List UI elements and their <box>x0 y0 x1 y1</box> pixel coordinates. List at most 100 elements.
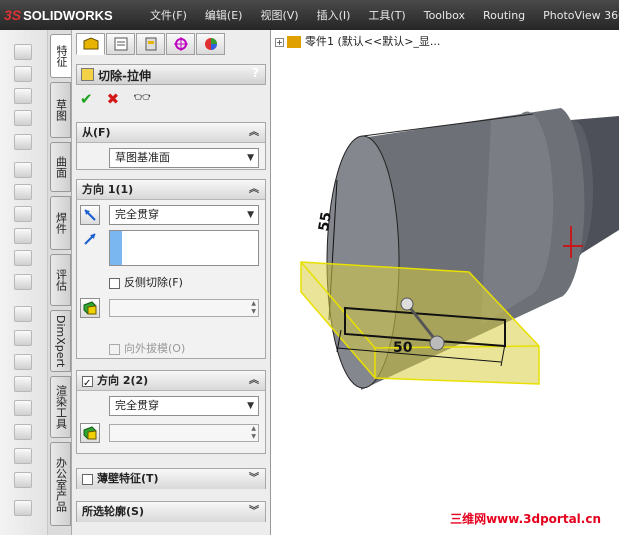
draft-outward-checkbox: 向外拔模(O) <box>109 340 185 356</box>
cancel-button[interactable]: ✖ <box>107 90 120 110</box>
pm-tab-displaymanager[interactable] <box>196 33 225 55</box>
revolved-cut-icon[interactable] <box>14 206 32 222</box>
menu-photoview[interactable]: PhotoView 360 <box>543 9 619 22</box>
direction1-title: 方向 1(1) <box>82 183 134 196</box>
model-view[interactable]: 55 50 <box>271 30 619 535</box>
spin-arrows-icon[interactable]: ▲ ▼ <box>251 300 256 316</box>
end-condition-value: 完全贯穿 <box>115 208 159 221</box>
direction2-draft-toggle-button[interactable] <box>80 423 100 443</box>
intersect-icon[interactable] <box>14 448 32 464</box>
direction2-end-condition-select[interactable]: 完全贯穿 ▼ <box>109 396 259 416</box>
fillet-icon[interactable] <box>14 306 32 322</box>
direction2-title: 方向 2(2) <box>97 374 149 387</box>
menu-tools[interactable]: 工具(T) <box>368 7 405 23</box>
pm-tab-propertymanager[interactable] <box>106 33 135 55</box>
tab-office-products-label: 办公室产品 <box>54 456 68 512</box>
mirror-icon[interactable] <box>14 472 32 488</box>
command-manager-tabs: 特征 草图 曲面 焊件 评估 DimXpert 渲染工具 办公室产品 <box>48 30 72 535</box>
flip-side-to-cut-checkbox[interactable]: 反侧切除(F) <box>109 274 183 290</box>
pm-tab-dimxpertmanager[interactable] <box>166 33 195 55</box>
pm-tab-configurationmanager[interactable] <box>136 33 165 55</box>
pm-actions: ✔ ✖ 👓︎ <box>80 90 151 110</box>
wrap-icon[interactable] <box>14 424 32 440</box>
menu-toolbox[interactable]: Toolbox <box>424 9 465 22</box>
feature-title: 切除-拉伸 <box>98 69 151 83</box>
tab-features-label: 特征 <box>55 45 68 67</box>
end-condition-select[interactable]: 完全贯穿 ▼ <box>109 205 259 225</box>
help-button[interactable]: ? <box>252 66 259 80</box>
direction1-group-header[interactable]: 方向 1(1) ︽ <box>77 180 265 200</box>
lofted-boss-icon[interactable] <box>14 110 32 126</box>
swept-cut-icon[interactable] <box>14 228 32 244</box>
tab-weldments[interactable]: 焊件 <box>50 196 71 250</box>
direction2-draft-angle-field[interactable]: ▲ ▼ <box>109 424 259 442</box>
expand-icon[interactable]: ︾ <box>249 469 259 489</box>
from-select[interactable]: 草图基准面 ▼ <box>109 148 259 168</box>
tab-features[interactable]: 特征 <box>50 34 71 78</box>
draft-outward-label: 向外拔模(O) <box>124 342 186 355</box>
tab-office-products[interactable]: 办公室产品 <box>50 442 71 526</box>
linear-pattern-icon[interactable] <box>14 330 32 346</box>
hole-wizard-icon[interactable] <box>14 184 32 200</box>
spin-arrows-icon[interactable]: ▲ ▼ <box>251 425 256 441</box>
menu-insert[interactable]: 插入(I) <box>317 7 351 23</box>
menu-routing[interactable]: Routing <box>483 9 525 22</box>
selected-contours-header[interactable]: 所选轮廓(S) ︾ <box>77 502 265 522</box>
selected-contours-group: 所选轮廓(S) ︾ <box>76 501 266 522</box>
propertymanager-icon <box>114 37 127 51</box>
tab-render-tools[interactable]: 渲染工具 <box>50 376 71 438</box>
extruded-cut-icon[interactable] <box>14 162 32 178</box>
ok-button[interactable]: ✔ <box>80 90 93 110</box>
flip-side-label: 反侧切除(F) <box>124 276 183 289</box>
width-dim-text[interactable]: 50 <box>393 340 413 356</box>
direction2-enable-check[interactable] <box>82 374 93 394</box>
graphics-area[interactable]: + 零件1 (默认<<默认>_显... 55 50 三维网www.3dportal… <box>271 30 619 535</box>
dimxpertmanager-icon <box>173 37 188 51</box>
thin-feature-check[interactable] <box>82 473 93 485</box>
selected-contours-title: 所选轮廓(S) <box>82 505 144 518</box>
pm-tab-featuremanager[interactable] <box>76 33 105 55</box>
from-group-header[interactable]: 从(F) ︽ <box>77 123 265 143</box>
direction-selection-box[interactable] <box>109 230 259 266</box>
reference-geometry-icon[interactable] <box>14 500 32 516</box>
collapse-icon[interactable]: ︽ <box>249 180 259 200</box>
collapse-icon[interactable]: ︽ <box>249 123 259 143</box>
drag-handle-end[interactable] <box>429 335 445 351</box>
tab-dimxpert[interactable]: DimXpert <box>50 310 71 372</box>
draft-toggle-button[interactable] <box>80 298 100 318</box>
thin-feature-header[interactable]: 薄壁特征(T) ︾ <box>77 469 265 489</box>
selection-box-indicator <box>110 231 122 265</box>
solidworks-logo[interactable]: 3S SOLIDWORKS <box>4 4 132 26</box>
tab-dimxpert-label: DimXpert <box>54 314 67 368</box>
tab-evaluate[interactable]: 评估 <box>50 254 71 306</box>
drag-handle-start[interactable] <box>400 297 414 311</box>
ds-logo-mark: 3S <box>4 7 22 23</box>
tab-sketch[interactable]: 草图 <box>50 82 71 138</box>
draft-angle-field[interactable]: ▲ ▼ <box>109 299 259 317</box>
draft-icon[interactable] <box>14 376 32 392</box>
expand-icon[interactable]: ︾ <box>249 502 259 522</box>
swept-boss-icon[interactable] <box>14 88 32 104</box>
extruded-boss-icon[interactable] <box>14 44 32 60</box>
boundary-boss-icon[interactable] <box>14 134 32 150</box>
thin-feature-title: 薄壁特征(T) <box>97 472 159 485</box>
detailed-preview-button[interactable]: 👓︎ <box>133 90 151 110</box>
chevron-down-icon: ▼ <box>247 153 254 163</box>
flip-side-check[interactable] <box>109 277 120 289</box>
direction2-group-header[interactable]: 方向 2(2) ︽ <box>77 371 265 394</box>
reverse-direction-button[interactable] <box>80 205 100 225</box>
rib-icon[interactable] <box>14 354 32 370</box>
revolved-boss-icon[interactable] <box>14 66 32 82</box>
menu-edit[interactable]: 编辑(E) <box>205 7 243 23</box>
tab-surfaces[interactable]: 曲面 <box>50 142 71 192</box>
menu-view[interactable]: 视图(V) <box>260 7 298 23</box>
shell-icon[interactable] <box>14 400 32 416</box>
boundary-cut-icon[interactable] <box>14 274 32 290</box>
diameter-dim-text[interactable]: 55 <box>316 211 335 233</box>
lofted-cut-icon[interactable] <box>14 250 32 266</box>
menu-file[interactable]: 文件(F) <box>150 7 187 23</box>
property-manager: 切除-拉伸 ? ✔ ✖ 👓︎ 从(F) ︽ 草图基准面 ▼ 方向 1(1) ︽ 完全贯… <box>72 30 271 535</box>
collapse-icon[interactable]: ︽ <box>249 371 259 391</box>
thin-feature-group: 薄壁特征(T) ︾ <box>76 468 266 489</box>
featuremanager-icon <box>83 37 98 50</box>
